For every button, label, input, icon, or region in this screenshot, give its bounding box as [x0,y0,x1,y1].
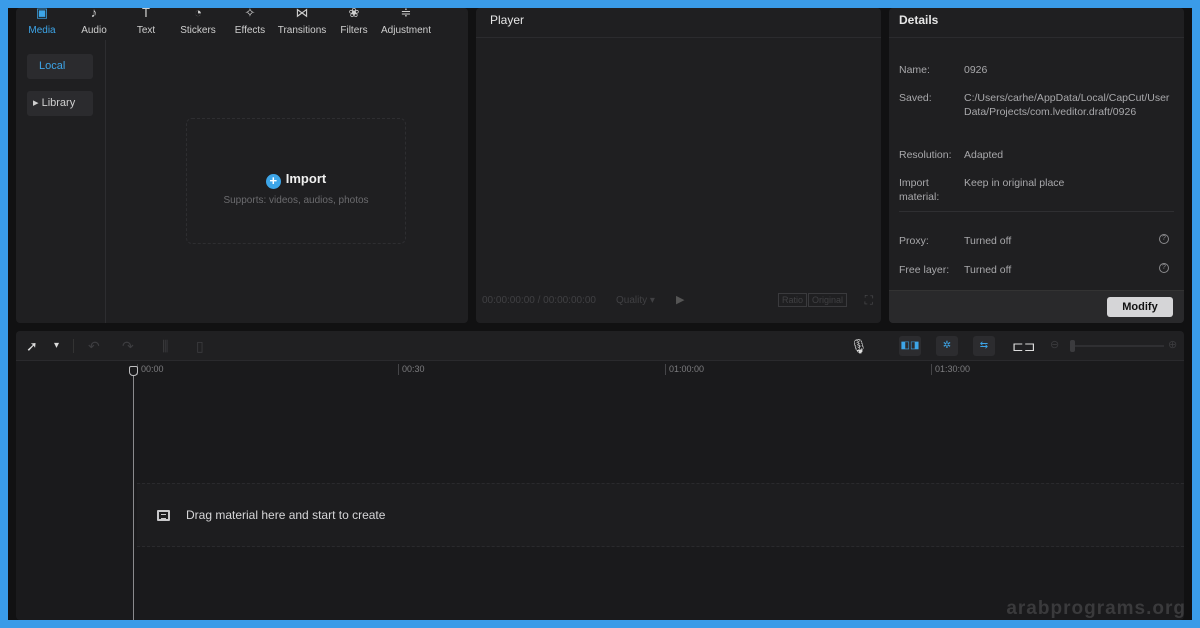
main-track-dropzone[interactable]: Drag material here and start to create [137,483,1184,547]
timeline-ruler[interactable]: 00:00 00:30 01:00:00 01:30:00 [16,362,1184,380]
original-button[interactable]: Original [808,293,848,307]
auto-snapping-button[interactable]: ✲ [936,336,958,356]
microphone-icon[interactable]: 🎙 [850,337,868,355]
details-title: Details [889,8,1184,38]
timeline-panel: ➚ ▾ ↶ ↷ ⫼ ▯ 🎙 ◧◨ ✲ ⇆ ⊏⊐ ⊖ ⊕ 00:00 00:30 … [16,331,1184,620]
delete-icon[interactable]: ▯ [196,337,204,355]
text-icon: T [142,8,150,20]
snap-icon: ✲ [942,340,952,351]
plus-icon: + [265,174,281,189]
undo-icon[interactable]: ↶ [88,337,100,355]
music-note-icon: ♪ [90,8,98,20]
quality-dropdown[interactable]: Quality ▾ [616,295,655,306]
capcut-window: ▣ Media ♪ Audio T Text ◔ Stickers ✧ Effe… [8,8,1192,620]
preview-axis-icon[interactable]: ⊏⊐ [1012,337,1035,355]
media-panel: ▣ Media ♪ Audio T Text ◔ Stickers ✧ Effe… [16,8,468,323]
track-header-column [16,362,133,620]
split-icon[interactable]: ⫼ [162,337,168,355]
tab-filters[interactable]: ❀ Filters [328,8,380,40]
help-icon[interactable]: ? [1159,263,1169,273]
sparkle-icon: ✧ [244,8,256,20]
import-dropzone[interactable]: + Import Supports: videos, audios, photos [186,118,406,244]
sticker-icon: ◔ [194,8,202,20]
tab-stickers[interactable]: ◔ Stickers [172,8,224,40]
film-icon [157,510,170,521]
timeline-toolbar: ➚ ▾ ↶ ↷ ⫼ ▯ 🎙 ◧◨ ✲ ⇆ ⊏⊐ ⊖ ⊕ [16,331,1184,361]
main-track-magnet-button[interactable]: ◧◨ [899,336,921,356]
link-icon: ⇆ [979,340,989,351]
tab-effects[interactable]: ✧ Effects [224,8,276,40]
details-divider [899,211,1174,212]
tab-audio[interactable]: ♪ Audio [68,8,120,40]
zoom-slider-handle[interactable] [1070,340,1075,352]
tab-text[interactable]: T Text [120,8,172,40]
import-hint: Supports: videos, audios, photos [223,195,369,206]
help-icon[interactable]: ? [1159,234,1169,244]
ruler-tick: 01:00:00 [665,364,704,375]
sidebar-item-library[interactable]: ▸ Library [27,91,93,116]
sidebar-item-local[interactable]: Local [27,54,93,79]
playhead-line[interactable] [133,368,134,620]
linkage-button[interactable]: ⇆ [973,336,995,356]
media-sidebar: Local ▸ Library [16,40,106,323]
player-panel: Player 00:00:00:00 / 00:00:00:00 Quality… [476,8,881,323]
toolbar-divider [73,339,74,353]
import-button[interactable]: + Import [187,171,405,189]
media-icon: ▣ [35,8,49,20]
zoom-in-icon[interactable]: ⊕ [1168,338,1177,351]
magnet-icon: ◧◨ [900,340,920,351]
ruler-tick: 01:30:00 [931,364,970,375]
watermark-text: arabprograms.org [1006,598,1186,619]
zoom-slider-track[interactable] [1074,345,1164,347]
ruler-tick: 00:30 [398,364,425,375]
media-tabs: ▣ Media ♪ Audio T Text ◔ Stickers ✧ Effe… [16,8,468,40]
filter-icon: ❀ [348,8,360,20]
details-panel: Details Name: 0926 Saved: C:/Users/carhe… [889,8,1184,323]
tab-transitions[interactable]: ⋈ Transitions [276,8,328,40]
play-icon[interactable]: ▶ [676,293,684,306]
chevron-down-icon[interactable]: ▾ [54,337,59,355]
details-footer: Modify [889,290,1184,323]
ratio-button[interactable]: Ratio [778,293,808,307]
zoom-out-icon[interactable]: ⊖ [1050,338,1059,351]
playhead-handle[interactable] [129,366,138,376]
caret-right-icon: ▸ [33,97,42,109]
select-cursor-icon[interactable]: ➚ [26,337,38,355]
ruler-tick: 00:00 [137,364,164,375]
transition-icon: ⋈ [295,8,309,20]
player-controls: 00:00:00:00 / 00:00:00:00 Quality ▾ ▶ Ra… [482,293,875,309]
fullscreen-icon[interactable]: ⛶ [865,293,873,308]
tab-media[interactable]: ▣ Media [16,8,68,40]
sliders-icon: ≑ [400,8,412,20]
timecode: 00:00:00:00 / 00:00:00:00 [482,295,596,306]
tab-adjustment[interactable]: ≑ Adjustment [380,8,432,40]
player-title: Player [476,8,881,38]
redo-icon[interactable]: ↷ [122,337,134,355]
drag-hint: Drag material here and start to create [186,508,386,522]
modify-button[interactable]: Modify [1107,297,1173,317]
